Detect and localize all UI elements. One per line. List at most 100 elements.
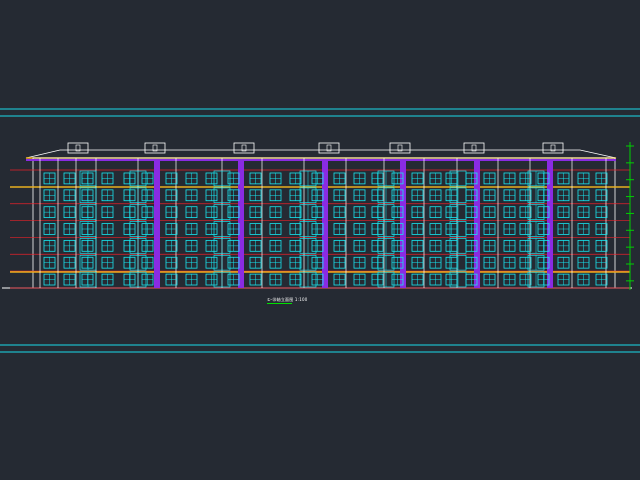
window xyxy=(595,189,608,202)
window xyxy=(333,172,346,185)
stair-housing xyxy=(542,142,564,154)
window xyxy=(123,273,136,286)
window xyxy=(311,189,324,202)
window xyxy=(353,189,366,202)
window xyxy=(101,189,114,202)
window xyxy=(577,273,590,286)
window xyxy=(185,189,198,202)
window xyxy=(227,256,240,269)
window xyxy=(249,273,262,286)
window xyxy=(411,206,424,218)
window xyxy=(519,256,532,269)
window xyxy=(429,189,442,202)
window xyxy=(353,206,366,218)
window xyxy=(289,172,302,185)
window xyxy=(249,256,262,269)
window xyxy=(353,172,366,185)
stair-strip xyxy=(547,160,553,288)
building-elevation xyxy=(2,142,632,289)
window xyxy=(141,273,154,286)
window xyxy=(429,206,442,218)
window xyxy=(445,273,458,286)
window xyxy=(311,256,324,269)
window xyxy=(577,189,590,202)
window xyxy=(227,240,240,252)
window xyxy=(269,172,282,185)
window xyxy=(289,223,302,235)
window xyxy=(249,189,262,202)
window xyxy=(81,240,94,252)
window xyxy=(269,206,282,218)
window xyxy=(269,223,282,235)
elevation-title-text: ①-⑳轴立面图 xyxy=(267,297,294,302)
window xyxy=(63,256,76,269)
window xyxy=(371,189,384,202)
window xyxy=(185,256,198,269)
window xyxy=(101,223,114,235)
window xyxy=(185,223,198,235)
window xyxy=(141,206,154,218)
window xyxy=(371,273,384,286)
window xyxy=(81,256,94,269)
window xyxy=(333,240,346,252)
window xyxy=(43,206,56,218)
window xyxy=(165,273,178,286)
window xyxy=(165,256,178,269)
window xyxy=(445,206,458,218)
window xyxy=(63,189,76,202)
window xyxy=(429,273,442,286)
window xyxy=(503,256,516,269)
window xyxy=(595,240,608,252)
window xyxy=(269,256,282,269)
stair-strip xyxy=(154,160,160,288)
stair-housing xyxy=(67,142,89,154)
window xyxy=(483,172,496,185)
window xyxy=(123,223,136,235)
window xyxy=(311,223,324,235)
window xyxy=(289,240,302,252)
window xyxy=(411,256,424,269)
window xyxy=(503,240,516,252)
window xyxy=(101,240,114,252)
window xyxy=(595,223,608,235)
window xyxy=(557,256,570,269)
window xyxy=(43,223,56,235)
window xyxy=(81,189,94,202)
window xyxy=(445,256,458,269)
window xyxy=(249,172,262,185)
window xyxy=(577,223,590,235)
window xyxy=(353,273,366,286)
window xyxy=(333,273,346,286)
window xyxy=(411,223,424,235)
window xyxy=(43,172,56,185)
window xyxy=(269,273,282,286)
window xyxy=(101,206,114,218)
window xyxy=(557,172,570,185)
window xyxy=(81,172,94,185)
window xyxy=(165,172,178,185)
window xyxy=(371,206,384,218)
window xyxy=(185,206,198,218)
window xyxy=(141,256,154,269)
window xyxy=(577,206,590,218)
window xyxy=(289,189,302,202)
window xyxy=(205,223,218,235)
window xyxy=(165,206,178,218)
window xyxy=(43,273,56,286)
window xyxy=(101,172,114,185)
stair-housing xyxy=(144,142,166,154)
window xyxy=(503,189,516,202)
window xyxy=(81,273,94,286)
window xyxy=(141,240,154,252)
window xyxy=(205,256,218,269)
window xyxy=(371,256,384,269)
window xyxy=(123,256,136,269)
window xyxy=(519,273,532,286)
window xyxy=(123,189,136,202)
stair-housing xyxy=(233,142,255,154)
stair-housing xyxy=(463,142,485,154)
window xyxy=(227,206,240,218)
window xyxy=(43,189,56,202)
roof-outline xyxy=(25,149,617,159)
window xyxy=(595,206,608,218)
